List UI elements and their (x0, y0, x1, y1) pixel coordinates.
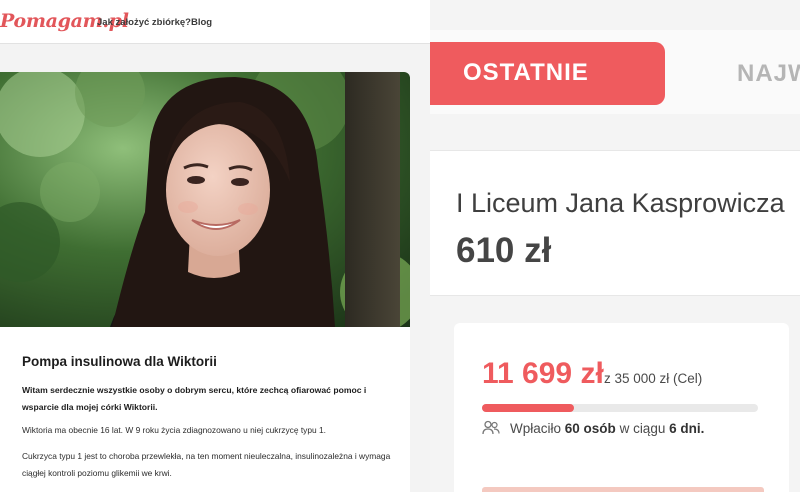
raised-amount: 11 699 zł (482, 357, 604, 390)
fundraiser-page: Pomagam.pl Jak założyć zbiórkę? Blog Pom… (0, 0, 430, 492)
donors-count: 60 osób (564, 421, 616, 436)
nav-link-blog[interactable]: Blog (191, 17, 212, 28)
progress-bar (482, 404, 758, 412)
fundraiser-intro: Witam serdecznie wszystkie osoby o dobry… (22, 385, 367, 412)
fundraiser-photo (0, 72, 410, 327)
site-header: Pomagam.pl Jak założyć zbiórkę? Blog (0, 0, 430, 44)
donors-summary: Wpłaciło 60 osób w ciągu 6 dni. (510, 421, 704, 436)
fundraiser-paragraph-1: Wiktoria ma obecnie 16 lat. W 9 roku życ… (22, 425, 326, 435)
latest-donation: I Liceum Jana Kasprowicza 610 zł (430, 150, 800, 296)
donor-name: I Liceum Jana Kasprowicza (456, 188, 785, 218)
donors-days: 6 dni. (669, 421, 705, 436)
donors-prefix: Wpłaciło (510, 421, 562, 436)
fundraiser-title: Pompa insulinowa dla Wiktorii (22, 354, 217, 369)
donation-amount: 610 zł (456, 231, 552, 270)
goal-amount: z 35 000 zł (Cel) (604, 371, 703, 386)
tab-latest-label: OSTATNIE (463, 59, 589, 86)
fundraiser-description-card: Pompa insulinowa dla Wiktorii Witam serd… (0, 327, 410, 492)
fundraiser-progress-box: 11 699 zł z 35 000 zł (Cel) Wpłaciło 60 … (454, 323, 789, 492)
donors-middle: w ciągu (619, 421, 666, 436)
donations-widget: OSTATNIE NAJW I Liceum Jana Kasprowicza … (430, 0, 800, 492)
fundraiser-paragraph-2: Cukrzyca typu 1 jest to choroba przewlek… (22, 451, 391, 478)
donate-button-edge[interactable] (482, 487, 764, 492)
progress-bar-fill (482, 404, 575, 412)
tab-latest[interactable]: OSTATNIE (430, 42, 665, 105)
nav-link-how-to-create[interactable]: Jak założyć zbiórkę? (97, 17, 191, 28)
tab-largest[interactable]: NAJW (737, 60, 800, 88)
people-icon (482, 420, 500, 435)
